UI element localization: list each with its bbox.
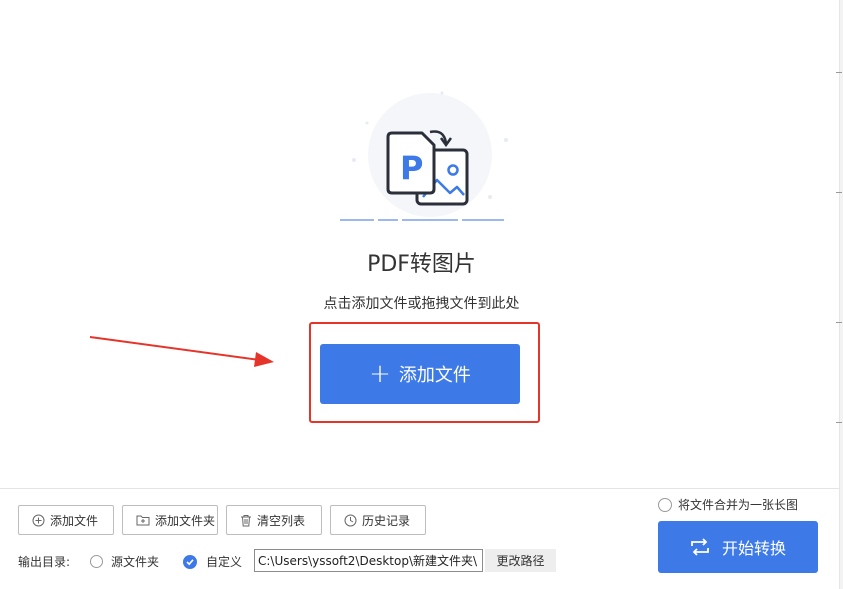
clock-icon	[344, 514, 357, 526]
add-file-button[interactable]: + 添加文件	[320, 344, 520, 404]
add-files-label: 添加文件	[50, 513, 99, 528]
edge-tick	[836, 422, 842, 423]
convert-icon	[691, 538, 709, 556]
tool-title: PDF转图片	[367, 252, 476, 277]
drop-hint: 点击添加文件或拖拽文件到此处	[323, 296, 520, 312]
toolbar-divider	[0, 488, 839, 489]
merge-radio[interactable]	[658, 497, 672, 512]
custom-folder-option[interactable]: 自定义	[183, 553, 242, 570]
history-label: 历史记录	[362, 513, 411, 528]
add-folder-button[interactable]: 添加文件夹	[122, 505, 218, 535]
edge-tick	[836, 72, 842, 73]
pdf-to-image-icon: P	[340, 91, 508, 221]
edge-tick	[836, 192, 842, 193]
add-files-button[interactable]: 添加文件	[18, 505, 114, 535]
output-dir-label: 输出目录:	[18, 555, 71, 569]
svg-text:P: P	[400, 149, 423, 187]
merge-option[interactable]: 将文件合并为一张长图	[658, 496, 798, 513]
start-convert-button[interactable]: 开始转换	[658, 521, 818, 573]
start-convert-label: 开始转换	[721, 539, 786, 558]
plus-circle-icon	[32, 514, 45, 526]
plus-icon: +	[369, 359, 391, 389]
custom-folder-label: 自定义	[206, 555, 243, 569]
add-file-button-label: 添加文件	[398, 365, 471, 386]
source-folder-radio[interactable]	[90, 555, 103, 568]
trash-icon	[241, 514, 251, 526]
folder-plus-icon	[136, 515, 150, 526]
change-path-button[interactable]: 更改路径	[485, 549, 556, 572]
merge-option-label: 将文件合并为一张长图	[678, 498, 799, 512]
output-path-input[interactable]	[254, 549, 483, 572]
add-folder-label: 添加文件夹	[155, 513, 216, 528]
clear-list-button[interactable]: 清空列表	[226, 505, 322, 535]
source-folder-label: 源文件夹	[111, 555, 160, 569]
annotation-arrow	[89, 336, 274, 367]
history-button[interactable]: 历史记录	[330, 505, 426, 535]
clear-list-label: 清空列表	[257, 513, 306, 528]
check-icon[interactable]	[183, 554, 197, 569]
source-folder-option[interactable]: 源文件夹	[90, 553, 159, 570]
edge-tick	[836, 322, 842, 323]
